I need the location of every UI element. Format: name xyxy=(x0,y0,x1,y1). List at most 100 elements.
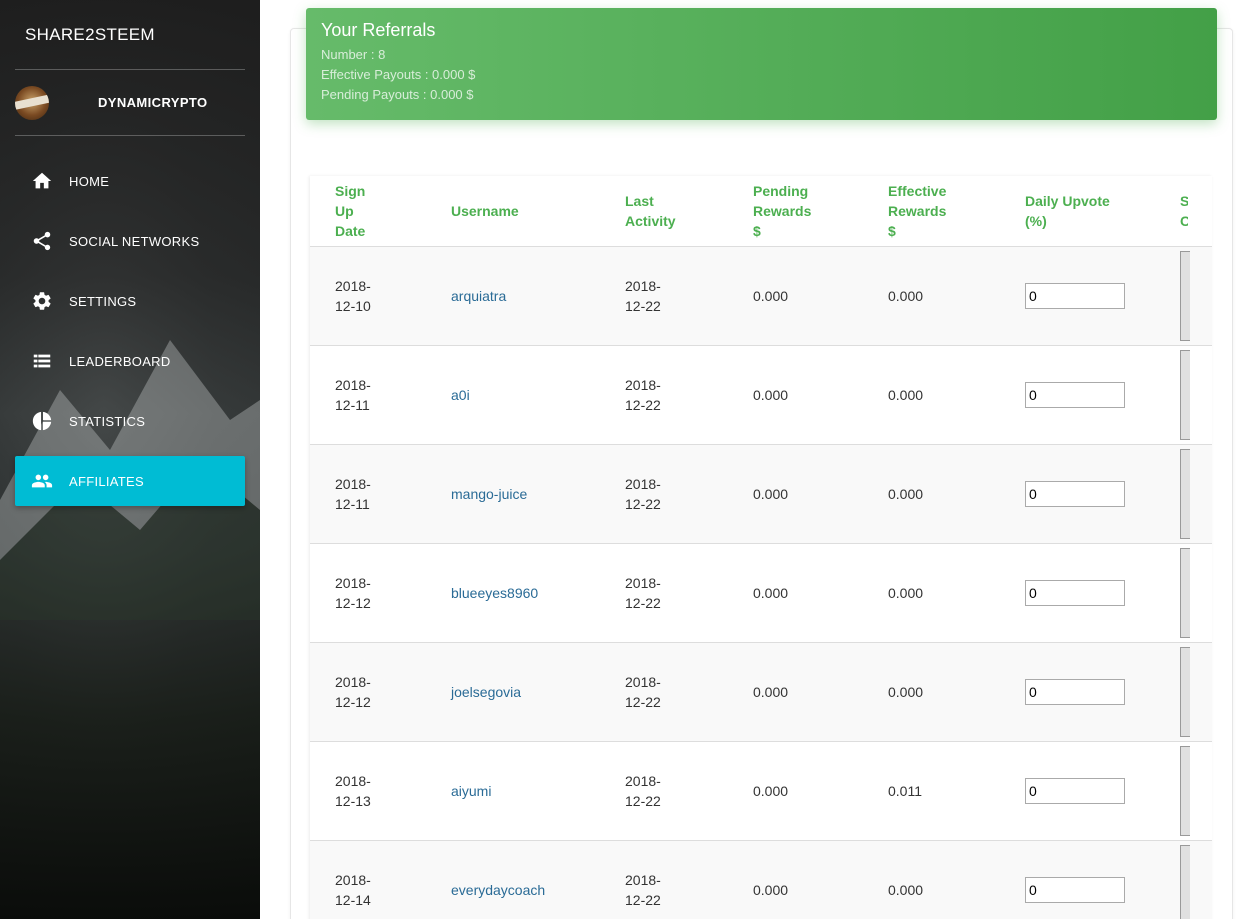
daily-upvote-input[interactable] xyxy=(1025,282,1125,309)
cell-effective-rewards: 0.000 xyxy=(863,246,1000,346)
column-header-username[interactable]: Username xyxy=(426,176,600,247)
username-link[interactable]: arquiatra xyxy=(451,288,506,304)
column-header-daily-upvote[interactable]: Daily Upvote (%) xyxy=(1000,176,1180,247)
daily-upvote-input[interactable] xyxy=(1025,876,1125,903)
sidebar-item-social-networks[interactable]: SOCIAL NETWORKS xyxy=(15,216,245,266)
table-row: 2018-12-13 aiyumi 2018-12-22 0.000 0.011 xyxy=(310,741,1212,841)
cell-daily-upvote xyxy=(1000,642,1180,742)
sidebar-item-home[interactable]: HOME xyxy=(15,156,245,206)
sidebar-item-statistics[interactable]: STATISTICS xyxy=(15,396,245,446)
username-link[interactable]: blueeyes8960 xyxy=(451,585,538,601)
referrals-number: Number : 8 xyxy=(321,47,386,62)
username-link[interactable]: aiyumi xyxy=(451,783,491,799)
username-link[interactable]: a0i xyxy=(451,387,470,403)
referrals-title: Your Referrals xyxy=(321,20,436,40)
daily-upvote-input[interactable] xyxy=(1025,381,1125,408)
column-header-save[interactable]: S C xyxy=(1180,176,1212,247)
cell-effective-rewards: 0.000 xyxy=(863,642,1000,742)
cell-signup-date: 2018-12-12 xyxy=(310,642,426,742)
save-button[interactable] xyxy=(1180,349,1190,440)
cell-username: blueeyes8960 xyxy=(426,543,600,643)
save-button[interactable] xyxy=(1180,250,1190,341)
cell-daily-upvote xyxy=(1000,840,1180,919)
cell-daily-upvote xyxy=(1000,246,1180,346)
daily-upvote-input[interactable] xyxy=(1025,480,1125,507)
cell-signup-date: 2018-12-13 xyxy=(310,741,426,841)
home-icon xyxy=(30,169,54,193)
cell-save xyxy=(1180,642,1212,742)
user-profile[interactable]: DYNAMICRYPTO xyxy=(15,84,245,122)
cell-signup-date: 2018-12-11 xyxy=(310,444,426,544)
cell-save xyxy=(1180,543,1212,643)
list-icon xyxy=(30,349,54,373)
sidebar-item-label: STATISTICS xyxy=(69,413,146,429)
referrals-table: Sign Up Date Username Last Activity Pend… xyxy=(310,176,1212,919)
column-header-last-activity[interactable]: Last Activity xyxy=(600,176,728,247)
username-link[interactable]: everydaycoach xyxy=(451,882,545,898)
sidebar-item-label: AFFILIATES xyxy=(69,473,144,489)
cell-username: joelsegovia xyxy=(426,642,600,742)
table-row: 2018-12-11 mango-juice 2018-12-22 0.000 0.00… xyxy=(310,444,1212,544)
cell-pending-rewards: 0.000 xyxy=(728,642,863,742)
sidebar-item-leaderboard[interactable]: LEADERBOARD xyxy=(15,336,245,386)
cell-daily-upvote xyxy=(1000,741,1180,841)
column-header-pending-rewards[interactable]: Pending Rewards $ xyxy=(728,176,863,247)
save-button[interactable] xyxy=(1180,547,1190,638)
cell-username: aiyumi xyxy=(426,741,600,841)
save-button[interactable] xyxy=(1180,646,1190,737)
cell-daily-upvote xyxy=(1000,444,1180,544)
pie-chart-icon xyxy=(30,409,54,433)
cell-last-activity: 2018-12-22 xyxy=(600,840,728,919)
referrals-table-wrapper[interactable]: Sign Up Date Username Last Activity Pend… xyxy=(310,176,1212,919)
cell-save xyxy=(1180,840,1212,919)
username-link[interactable]: mango-juice xyxy=(451,486,527,502)
sidebar-divider xyxy=(15,135,245,136)
cell-signup-date: 2018-12-10 xyxy=(310,246,426,346)
cell-signup-date: 2018-12-12 xyxy=(310,543,426,643)
column-header-effective-rewards[interactable]: Effective Rewards $ xyxy=(863,176,1000,247)
cell-save xyxy=(1180,444,1212,544)
table-row: 2018-12-11 a0i 2018-12-22 0.000 0.000 xyxy=(310,345,1212,445)
sidebar-item-label: LEADERBOARD xyxy=(69,353,171,369)
save-button[interactable] xyxy=(1180,448,1190,539)
table-header-row: Sign Up Date Username Last Activity Pend… xyxy=(310,176,1212,247)
cell-pending-rewards: 0.000 xyxy=(728,444,863,544)
cell-last-activity: 2018-12-22 xyxy=(600,444,728,544)
cell-last-activity: 2018-12-22 xyxy=(600,741,728,841)
sidebar-item-affiliates[interactable]: AFFILIATES xyxy=(15,456,245,506)
sidebar-item-label: SOCIAL NETWORKS xyxy=(69,233,200,249)
table-row: 2018-12-10 arquiatra 2018-12-22 0.000 0.000 xyxy=(310,246,1212,346)
cell-signup-date: 2018-12-11 xyxy=(310,345,426,445)
cell-pending-rewards: 0.000 xyxy=(728,543,863,643)
daily-upvote-input[interactable] xyxy=(1025,678,1125,705)
people-icon xyxy=(30,469,54,493)
table-row: 2018-12-12 blueeyes8960 2018-12-22 0.000 0.0… xyxy=(310,543,1212,643)
cell-signup-date: 2018-12-14 xyxy=(310,840,426,919)
cell-effective-rewards: 0.000 xyxy=(863,345,1000,445)
cell-last-activity: 2018-12-22 xyxy=(600,642,728,742)
cell-username: a0i xyxy=(426,345,600,445)
table-row: 2018-12-12 joelsegovia 2018-12-22 0.000 0.00… xyxy=(310,642,1212,742)
cell-effective-rewards: 0.011 xyxy=(863,741,1000,841)
brand-title[interactable]: SHARE2STEEM xyxy=(25,25,155,45)
save-button[interactable] xyxy=(1180,745,1190,836)
save-button[interactable] xyxy=(1180,844,1190,919)
cell-username: mango-juice xyxy=(426,444,600,544)
username: DYNAMICRYPTO xyxy=(98,95,208,110)
share-icon xyxy=(30,229,54,253)
gear-icon xyxy=(30,289,54,313)
cell-last-activity: 2018-12-22 xyxy=(600,246,728,346)
daily-upvote-input[interactable] xyxy=(1025,777,1125,804)
cell-daily-upvote xyxy=(1000,543,1180,643)
column-header-signup[interactable]: Sign Up Date xyxy=(310,176,426,247)
sidebar-item-settings[interactable]: SETTINGS xyxy=(15,276,245,326)
username-link[interactable]: joelsegovia xyxy=(451,684,521,700)
sidebar-item-label: HOME xyxy=(69,173,110,189)
cell-effective-rewards: 0.000 xyxy=(863,543,1000,643)
table-row: 2018-12-14 everydaycoach 2018-12-22 0.000 0.… xyxy=(310,840,1212,919)
cell-last-activity: 2018-12-22 xyxy=(600,543,728,643)
cell-effective-rewards: 0.000 xyxy=(863,840,1000,919)
cell-pending-rewards: 0.000 xyxy=(728,840,863,919)
cell-username: arquiatra xyxy=(426,246,600,346)
daily-upvote-input[interactable] xyxy=(1025,579,1125,606)
